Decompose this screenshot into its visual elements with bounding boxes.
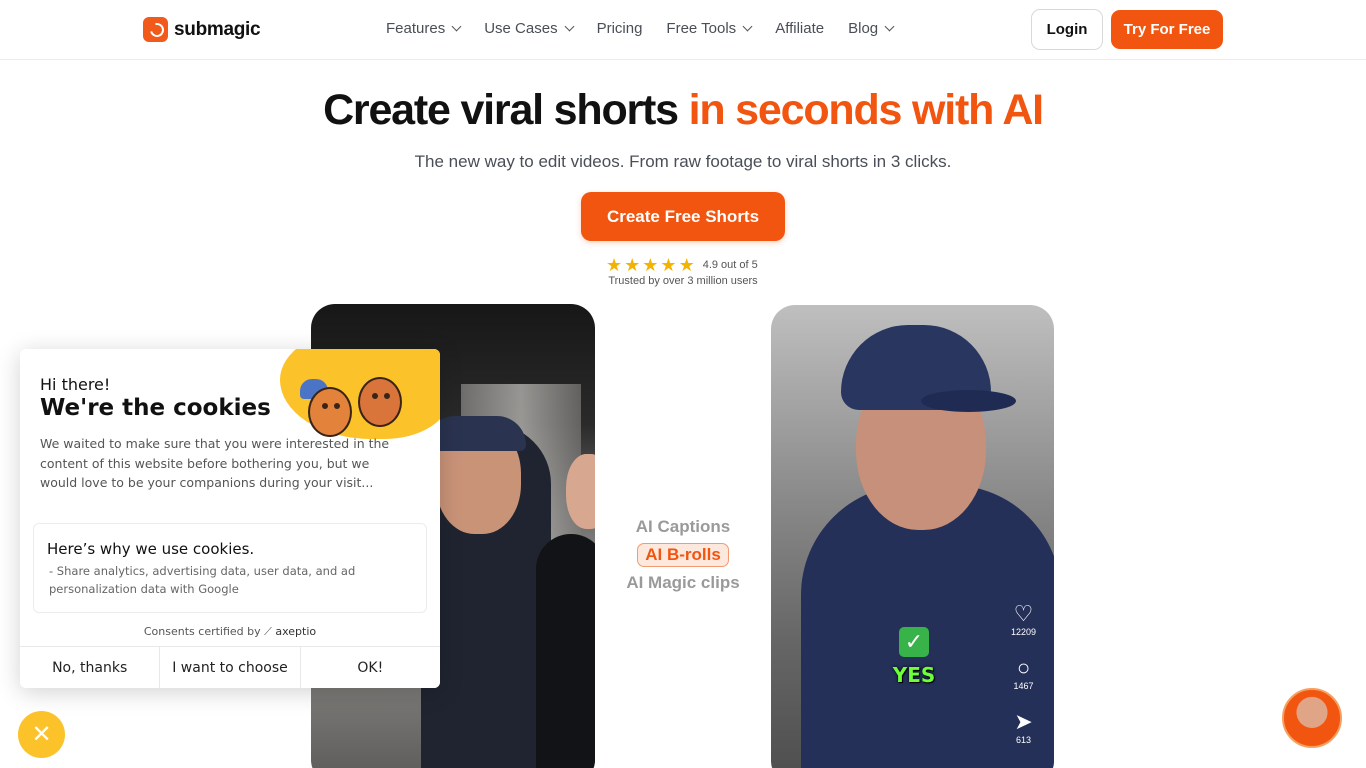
- video-side-actions: ♡ 12209 ○ 1467 ➤ 613: [1011, 601, 1037, 746]
- chevron-down-icon: [884, 21, 895, 32]
- no-thanks-button[interactable]: No, thanks: [20, 647, 161, 688]
- login-button[interactable]: Login: [1031, 9, 1103, 50]
- video-person-head: [566, 454, 595, 529]
- nav-label: Use Cases: [484, 20, 558, 37]
- chevron-down-icon: [564, 21, 575, 32]
- feature-ai-brolls[interactable]: AI B-rolls: [637, 543, 729, 567]
- feature-list: AI Captions AI B-rolls AI Magic clips: [600, 517, 766, 593]
- cookie-character-icon: [308, 387, 352, 437]
- cookie-consent-dialog: Hi there! We're the cookies We waited to…: [20, 349, 440, 688]
- submagic-logo-icon: [143, 17, 168, 42]
- consent-certification: Consents certified by ⟋ axeptio: [20, 625, 440, 639]
- nav-free-tools[interactable]: Free Tools: [666, 20, 753, 37]
- share-count: 613: [1016, 735, 1032, 745]
- video-person-cap-brim: [921, 390, 1016, 412]
- hero-title: Create viral shorts in seconds with AI: [0, 86, 1366, 135]
- nav-label: Free Tools: [666, 20, 737, 37]
- certified-brand[interactable]: axeptio: [275, 625, 316, 638]
- cookie-eye: [384, 393, 390, 399]
- like-count: 12209: [1011, 627, 1037, 637]
- nav-label: Features: [386, 20, 446, 37]
- cookie-eye: [372, 393, 378, 399]
- caption-overlay: ✓ YES: [889, 627, 939, 687]
- cookie-purpose-box: Here’s why we use cookies. - Share analy…: [33, 523, 427, 613]
- star-icon: ★: [606, 255, 623, 275]
- nav-features[interactable]: Features: [386, 20, 462, 37]
- rating: ★ ★ ★ ★ ★ 4.9 out of 5: [606, 256, 758, 274]
- main-nav: Features Use Cases Pricing Free Tools Af…: [386, 20, 895, 37]
- star-icon: ★: [660, 255, 677, 275]
- logo-text: submagic: [174, 18, 261, 40]
- nav-use-cases[interactable]: Use Cases: [484, 20, 575, 37]
- try-for-free-button[interactable]: Try For Free: [1111, 10, 1223, 49]
- cookie-purpose-title: Here’s why we use cookies.: [47, 540, 255, 558]
- video-person-cap: [426, 416, 526, 451]
- comment-icon: ○: [1016, 655, 1031, 680]
- feature-ai-captions[interactable]: AI Captions: [636, 517, 730, 537]
- cookie-description: We waited to make sure that you were int…: [40, 436, 390, 490]
- cookie-eye: [322, 403, 328, 409]
- send-icon: ➤: [1014, 709, 1033, 734]
- comment-count: 1467: [1013, 681, 1034, 691]
- nav-blog[interactable]: Blog: [848, 20, 895, 37]
- cookie-actions: No, thanks I want to choose OK!: [20, 646, 440, 688]
- nav-label: Affiliate: [775, 20, 825, 37]
- hero-subtitle: The new way to edit videos. From raw foo…: [414, 152, 952, 171]
- ok-button[interactable]: OK!: [300, 647, 440, 688]
- nav-label: Pricing: [596, 20, 643, 37]
- chevron-down-icon: [742, 21, 753, 32]
- hero-title-accent: in seconds with AI: [688, 86, 1044, 134]
- chevron-down-icon: [451, 21, 462, 32]
- star-icon: ★: [642, 255, 659, 275]
- cookie-character-icon: [358, 377, 402, 427]
- logo[interactable]: submagic: [143, 17, 261, 42]
- cookie-title: We're the cookies: [40, 395, 271, 421]
- caption-text: YES: [892, 663, 936, 687]
- star-icon: ★: [624, 255, 641, 275]
- heart-icon: ♡: [1013, 601, 1034, 626]
- close-icon[interactable]: ✕: [18, 711, 65, 758]
- check-mark-icon: ✓: [899, 627, 929, 657]
- rating-text: 4.9 out of 5: [702, 259, 758, 271]
- certified-prefix: Consents certified by: [143, 625, 261, 638]
- cookie-purpose-item: - Share analytics, advertising data, use…: [49, 564, 356, 596]
- nav-affiliate[interactable]: Affiliate: [775, 20, 824, 37]
- create-free-shorts-button[interactable]: Create Free Shorts: [581, 192, 785, 241]
- trusted-text: Trusted by over 3 million users: [608, 275, 758, 287]
- hero-title-plain: Create viral shorts: [323, 86, 689, 134]
- feature-ai-magic-clips[interactable]: AI Magic clips: [626, 573, 739, 593]
- chat-avatar[interactable]: [1282, 688, 1342, 748]
- cookie-greeting: Hi there!: [40, 375, 111, 394]
- like-action[interactable]: ♡ 12209: [1011, 601, 1037, 638]
- comment-action[interactable]: ○ 1467: [1013, 655, 1034, 692]
- video-person-body: [536, 534, 595, 768]
- star-icon: ★: [678, 255, 695, 275]
- demo-video-after[interactable]: ✓ YES ♡ 12209 ○ 1467 ➤ 613: [771, 305, 1054, 768]
- nav-label: Blog: [848, 20, 879, 37]
- cookie-eye: [334, 403, 340, 409]
- site-header: submagic Features Use Cases Pricing Free…: [0, 0, 1366, 60]
- axeptio-logo-icon: ⟋: [264, 625, 272, 638]
- choose-cookies-button[interactable]: I want to choose: [160, 647, 301, 688]
- share-action[interactable]: ➤ 613: [1014, 709, 1033, 746]
- nav-pricing[interactable]: Pricing: [597, 20, 643, 37]
